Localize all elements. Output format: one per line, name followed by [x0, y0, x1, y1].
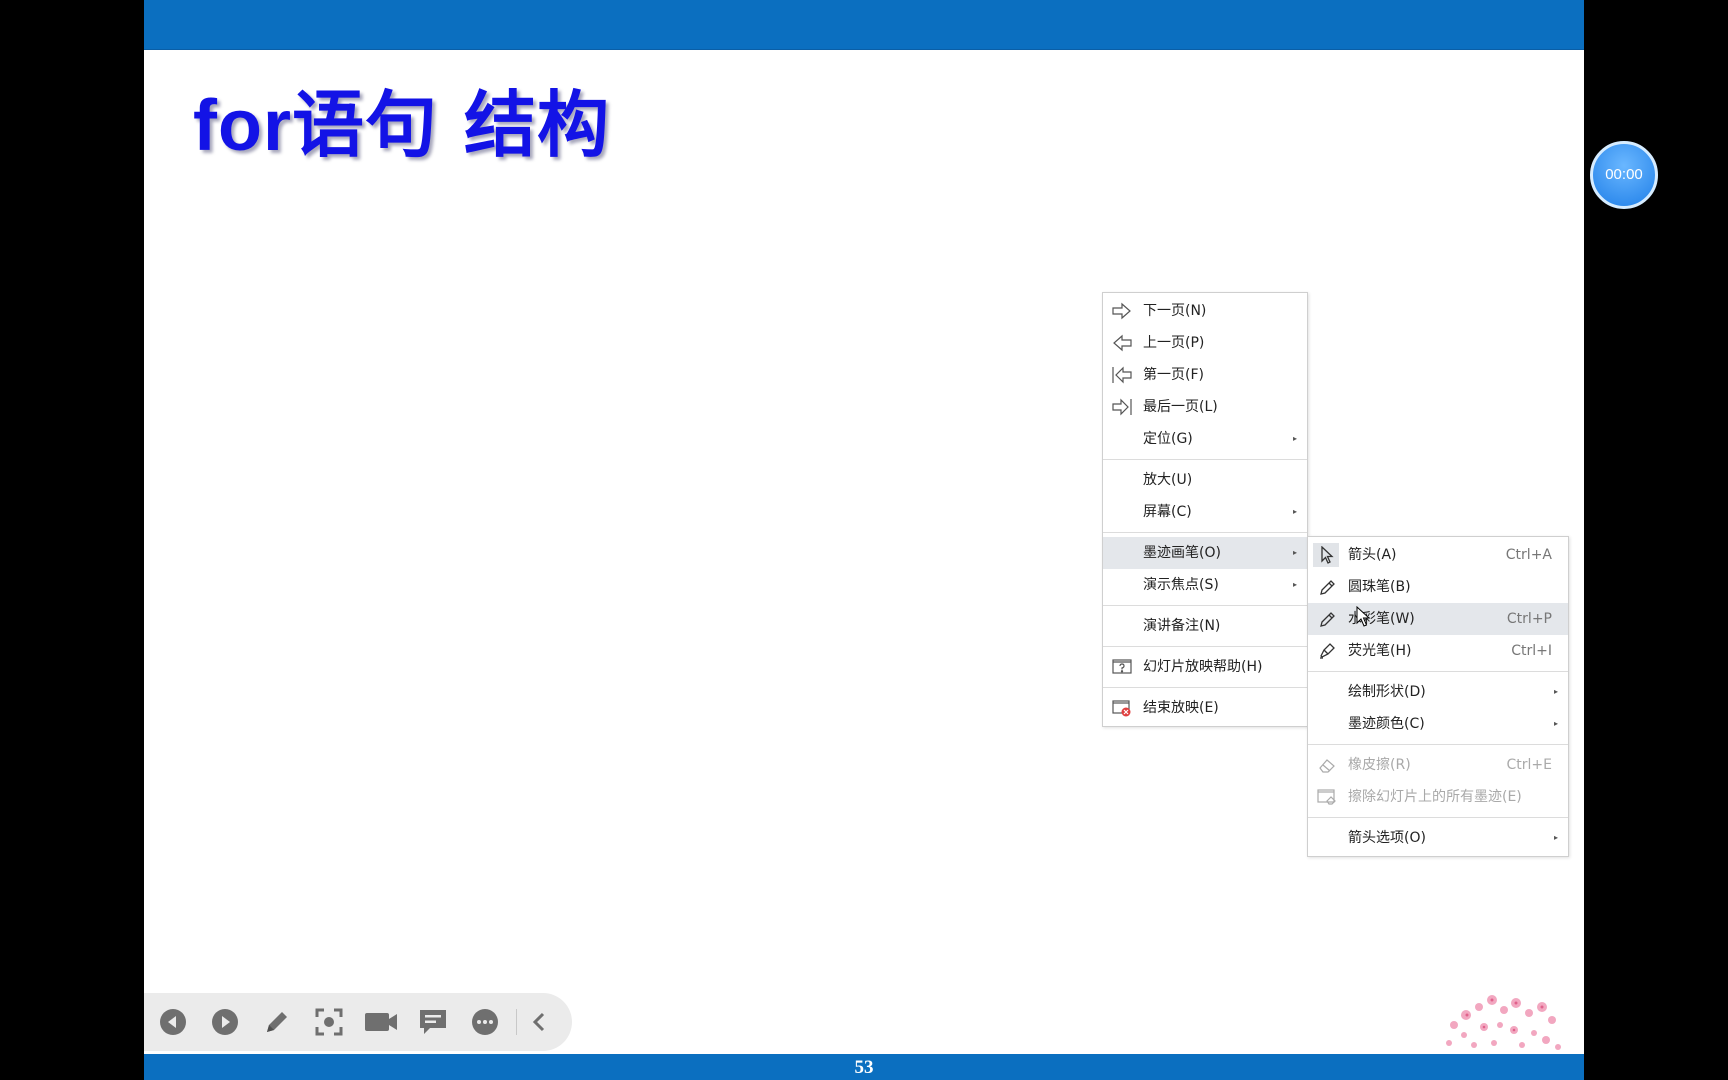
menu-item-zoom[interactable]: 放大(U) [1103, 464, 1307, 496]
cherry-blossom-decoration [1446, 995, 1561, 1050]
next-arrow-icon [1112, 302, 1131, 320]
more-icon[interactable] [470, 1007, 500, 1037]
last-page-icon [1112, 398, 1132, 416]
menu-separator [1103, 646, 1307, 647]
menu-item-label: 定位(G) [1143, 431, 1193, 447]
watercolor-pen-icon [1320, 612, 1335, 627]
menu-separator [1103, 687, 1307, 688]
highlighter-icon [1320, 643, 1335, 659]
presentation-toolbar [144, 993, 572, 1051]
title-cjk: 语句 结构 [291, 83, 611, 167]
mouse-cursor-icon [1356, 606, 1370, 627]
menu-item-label: 屏幕(C) [1143, 504, 1192, 520]
slide-title: for语句 结构 [193, 66, 610, 171]
camera-icon[interactable] [364, 1007, 398, 1037]
menu-separator [1308, 671, 1568, 672]
ink-pen-submenu: 箭头(A) Ctrl+A 圆珠笔(B) 水彩笔(W) Ctrl+P 荧光笔(H)… [1307, 536, 1569, 857]
slide-top-band [144, 0, 1584, 50]
title-latin: for [193, 86, 292, 166]
slideshow-context-menu: 下一页(N) 上一页(P) 第一页(F) 最后一页(L) 定位(G) ▸ 放大(… [1102, 292, 1308, 727]
menu-item-label: 第一页(F) [1143, 367, 1204, 383]
menu-separator [1103, 532, 1307, 533]
submenu-arrow-icon: ▸ [1553, 719, 1558, 728]
next-icon[interactable] [210, 1007, 240, 1037]
submenu-item-eraser[interactable]: 橡皮擦(R) Ctrl+E [1308, 749, 1568, 781]
menu-separator [1308, 817, 1568, 818]
shortcut-label: Ctrl+I [1511, 643, 1552, 659]
erase-all-icon [1317, 789, 1336, 805]
menu-separator [1103, 605, 1307, 606]
submenu-item-arrow[interactable]: 箭头(A) Ctrl+A [1308, 539, 1568, 571]
menu-item-label: 上一页(P) [1143, 335, 1205, 351]
menu-item-label: 演讲备注(N) [1143, 618, 1221, 634]
submenu-arrow-icon: ▸ [1553, 833, 1558, 842]
menu-item-speaker-notes[interactable]: 演讲备注(N) [1103, 610, 1307, 642]
shortcut-label: Ctrl+E [1506, 757, 1553, 773]
menu-item-label: 荧光笔(H) [1348, 643, 1412, 659]
collapse-icon[interactable] [524, 1007, 554, 1037]
menu-item-slideshow-help[interactable]: 幻灯片放映帮助(H) [1103, 651, 1307, 683]
menu-item-label: 最后一页(L) [1143, 399, 1218, 415]
menu-item-label: 绘制形状(D) [1348, 684, 1426, 700]
menu-item-previous-page[interactable]: 上一页(P) [1103, 327, 1307, 359]
menu-item-presentation-focus[interactable]: 演示焦点(S) ▸ [1103, 569, 1307, 601]
end-show-icon [1112, 700, 1131, 717]
submenu-item-erase-all[interactable]: 擦除幻灯片上的所有墨迹(E) [1308, 781, 1568, 813]
menu-item-label: 箭头选项(O) [1348, 830, 1426, 846]
menu-item-label: 墨迹画笔(O) [1143, 545, 1221, 561]
menu-separator [1103, 459, 1307, 460]
menu-item-label: 箭头(A) [1348, 547, 1397, 563]
focus-icon[interactable] [314, 1007, 344, 1037]
previous-icon[interactable] [158, 1007, 188, 1037]
menu-item-label: 墨迹颜色(C) [1348, 716, 1425, 732]
prev-arrow-icon [1113, 334, 1132, 352]
menu-item-label: 圆珠笔(B) [1348, 579, 1411, 595]
menu-item-ink-pen[interactable]: 墨迹画笔(O) ▸ [1103, 537, 1307, 569]
submenu-arrow-icon: ▸ [1292, 580, 1297, 589]
ballpoint-pen-icon [1320, 580, 1335, 595]
shortcut-label: Ctrl+A [1505, 547, 1552, 563]
shortcut-label: Ctrl+P [1506, 611, 1552, 627]
toolbar-divider [516, 1009, 517, 1035]
comment-icon[interactable] [418, 1007, 448, 1037]
menu-item-last-page[interactable]: 最后一页(L) [1103, 391, 1307, 423]
menu-item-label: 放大(U) [1143, 472, 1193, 488]
menu-item-label: 橡皮擦(R) [1348, 757, 1411, 773]
submenu-item-watercolor-pen[interactable]: 水彩笔(W) Ctrl+P [1308, 603, 1568, 635]
menu-item-first-page[interactable]: 第一页(F) [1103, 359, 1307, 391]
submenu-item-arrow-options[interactable]: 箭头选项(O) ▸ [1308, 822, 1568, 854]
menu-item-label: 下一页(N) [1143, 303, 1207, 319]
menu-item-screen[interactable]: 屏幕(C) ▸ [1103, 496, 1307, 528]
menu-item-label: 演示焦点(S) [1143, 577, 1219, 593]
menu-item-label: 幻灯片放映帮助(H) [1143, 659, 1263, 675]
submenu-item-ink-color[interactable]: 墨迹颜色(C) ▸ [1308, 708, 1568, 740]
menu-item-next-page[interactable]: 下一页(N) [1103, 295, 1307, 327]
submenu-arrow-icon: ▸ [1553, 687, 1558, 696]
submenu-item-ballpoint-pen[interactable]: 圆珠笔(B) [1308, 571, 1568, 603]
eraser-icon [1319, 759, 1335, 773]
menu-item-label: 结束放映(E) [1143, 700, 1219, 716]
submenu-arrow-icon: ▸ [1292, 548, 1297, 557]
page-number: 53 [854, 1057, 874, 1078]
first-page-icon [1112, 366, 1132, 384]
submenu-arrow-icon: ▸ [1292, 507, 1297, 516]
submenu-item-draw-shape[interactable]: 绘制形状(D) ▸ [1308, 676, 1568, 708]
timer-badge[interactable]: 00:00 [1590, 141, 1658, 209]
menu-separator [1308, 744, 1568, 745]
submenu-item-highlighter[interactable]: 荧光笔(H) Ctrl+I [1308, 635, 1568, 667]
arrow-pointer-icon [1321, 546, 1334, 564]
help-icon [1112, 659, 1132, 674]
submenu-arrow-icon: ▸ [1292, 434, 1297, 443]
menu-item-end-show[interactable]: 结束放映(E) [1103, 692, 1307, 724]
menu-item-label: 擦除幻灯片上的所有墨迹(E) [1348, 789, 1522, 805]
pen-icon[interactable] [262, 1007, 292, 1037]
menu-item-goto[interactable]: 定位(G) ▸ [1103, 423, 1307, 455]
